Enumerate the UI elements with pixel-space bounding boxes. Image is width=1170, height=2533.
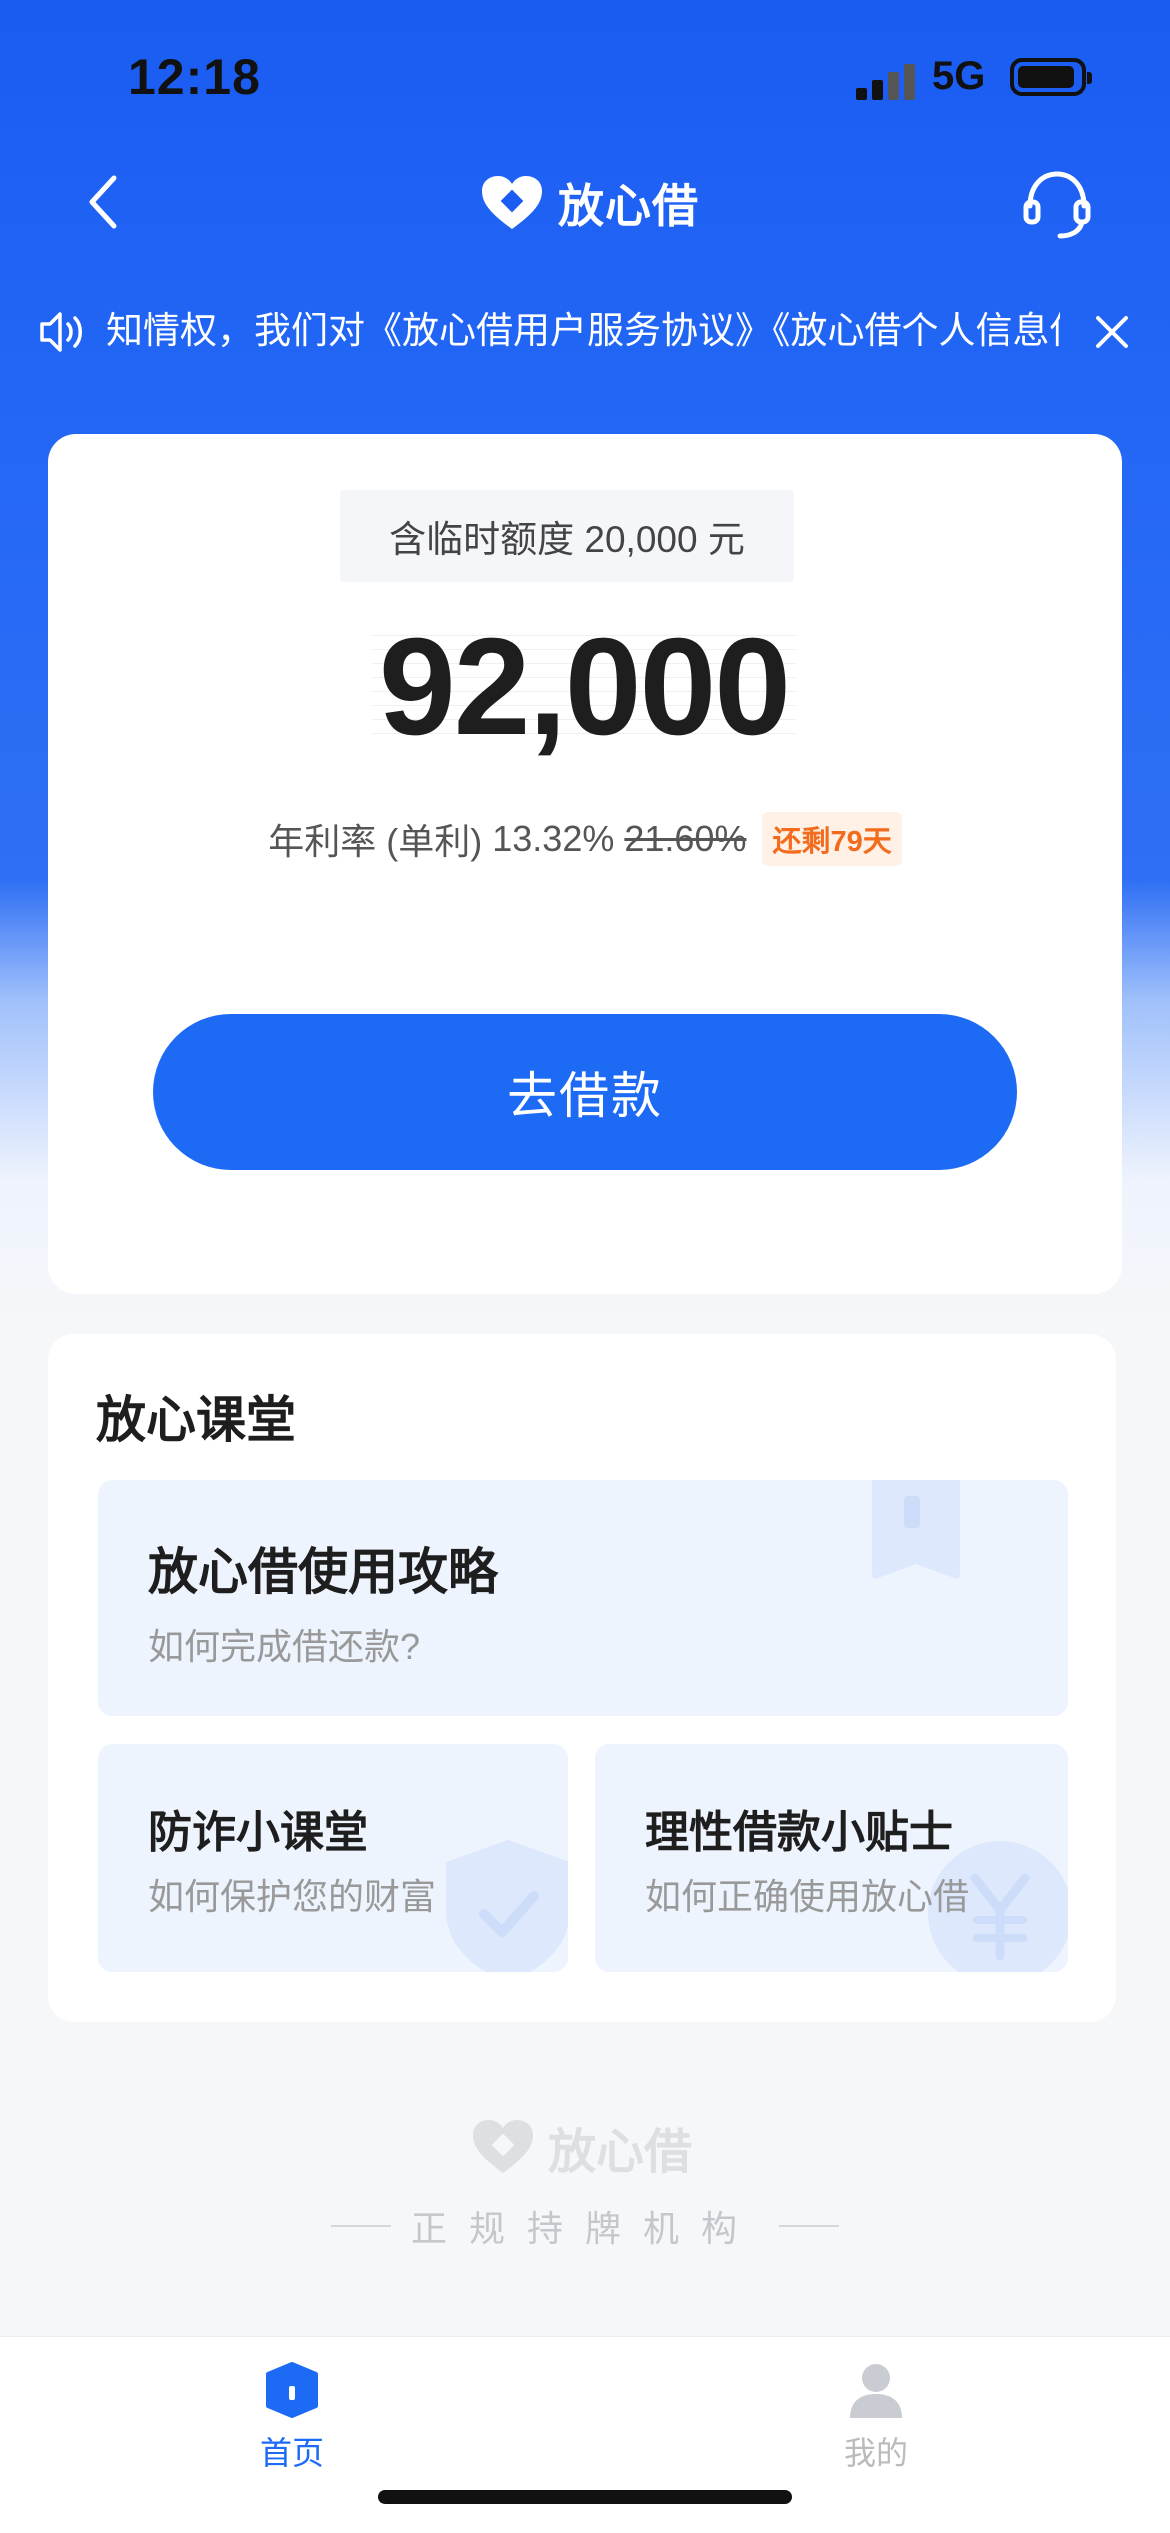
customer-service-button[interactable] — [1020, 166, 1094, 240]
status-time: 12:18 — [128, 49, 261, 105]
headset-icon — [1023, 171, 1091, 239]
tab-home-label: 首页 — [259, 2435, 324, 2471]
rate-countdown-badge: 还剩79天 — [762, 812, 902, 866]
borrow-button[interactable]: 去借款 — [153, 1014, 1017, 1170]
brand-logo-icon — [482, 176, 542, 229]
close-icon — [1096, 316, 1128, 348]
chevron-left-icon — [89, 175, 117, 229]
credit-amount: 92,000 — [378, 610, 791, 764]
battery-icon — [1010, 58, 1092, 96]
rate-label: 年利率 (单利) — [268, 821, 483, 862]
tab-mine-label: 我的 — [843, 2435, 908, 2471]
classroom-item-fraud[interactable]: 防诈小课堂 如何保护您的财富 — [98, 1744, 568, 1972]
footer-logo-icon — [473, 2120, 533, 2173]
classroom-item-guide[interactable]: 放心借使用攻略 如何完成借还款? — [98, 1480, 1068, 1716]
nav-title-text: 放心借 — [558, 180, 699, 232]
shield-check-icon — [446, 1840, 568, 1972]
back-button[interactable] — [80, 172, 130, 232]
rate-original: 21.60% — [624, 818, 747, 859]
slogan-text: 正规持牌机构 — [410, 2208, 759, 2249]
slogan-divider-left — [330, 2225, 391, 2227]
home-icon — [266, 2362, 318, 2418]
footer-brand: 放心借 — [470, 2112, 692, 2182]
user-icon — [850, 2364, 902, 2418]
interest-rate-row: 年利率 (单利) 13.32% 21.60% 还剩79天 — [0, 812, 1170, 866]
temporary-quota-text: 含临时额度 20,000 元 — [389, 519, 745, 560]
classroom-title: 放心课堂 — [96, 1392, 296, 1448]
guide-title: 放心借使用攻略 — [148, 1544, 498, 1600]
rate-value: 13.32% — [492, 818, 615, 859]
temporary-quota-label: 含临时额度 20,000 元 — [340, 490, 794, 582]
footer-slogan: 正规持牌机构 — [0, 2200, 1170, 2252]
guide-subtitle: 如何完成借还款? — [148, 1626, 421, 1667]
notice-text: 知情权，我们对《放心借用户服务协议》《放心借个人信息保护政策》进行了更新 — [106, 310, 1060, 351]
footer-brand-text: 放心借 — [548, 2126, 693, 2179]
slogan-divider-right — [779, 2225, 839, 2227]
classroom-item-tips[interactable]: 理性借款小贴士 如何正确使用放心借 — [595, 1744, 1068, 1972]
bookmark-icon — [872, 1480, 960, 1579]
tab-home[interactable]: 首页 — [212, 2360, 372, 2474]
tab-mine[interactable]: 我的 — [796, 2360, 956, 2474]
fraud-subtitle: 如何保护您的财富 — [148, 1876, 437, 1917]
home-indicator — [378, 2490, 792, 2504]
speaker-icon — [38, 310, 88, 354]
notice-close-button[interactable] — [1090, 310, 1134, 354]
network-type: 5G — [932, 54, 986, 98]
nav-title: 放心借 — [480, 168, 699, 238]
tips-title: 理性借款小贴士 — [645, 1808, 953, 1857]
cellular-signal-icon — [856, 60, 916, 100]
fraud-title: 防诈小课堂 — [148, 1808, 368, 1857]
notice-marquee[interactable]: 知情权，我们对《放心借用户服务协议》《放心借个人信息保护政策》进行了更新 — [100, 300, 1060, 362]
tips-subtitle: 如何正确使用放心借 — [645, 1876, 970, 1917]
